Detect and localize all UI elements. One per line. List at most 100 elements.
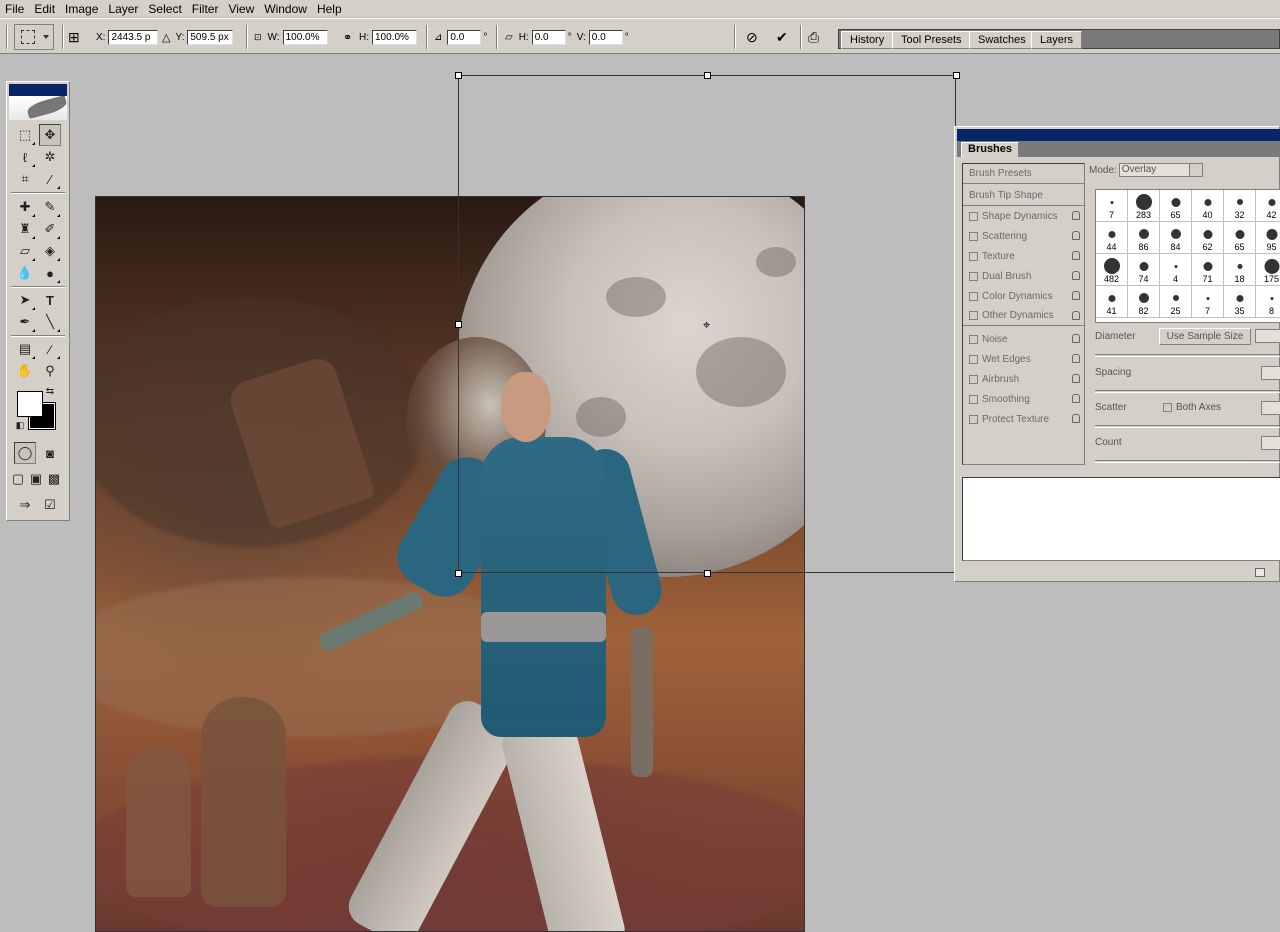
dodge-tool-icon[interactable]: ● — [39, 262, 61, 284]
reference-point-locator[interactable]: ⊞ — [68, 19, 80, 55]
height-field[interactable]: 100.0% — [372, 29, 417, 45]
checkbox[interactable] — [969, 291, 978, 301]
brush-tip-cell[interactable]: 40 — [1192, 190, 1224, 222]
swap-colors-icon[interactable]: ⇆ — [43, 384, 57, 398]
tab-layers[interactable]: Layers — [1031, 31, 1083, 49]
eyedropper-tool-icon[interactable]: ⁄ — [39, 338, 61, 360]
hand-tool-icon[interactable]: ✋ — [14, 360, 36, 382]
full-screen-mode-icon[interactable]: ▩ — [45, 468, 63, 490]
brush-tip-cell[interactable]: 65 — [1160, 190, 1192, 222]
full-screen-menu-mode-icon[interactable]: ▣ — [27, 468, 45, 490]
brush-tip-cell[interactable]: 32 — [1224, 190, 1256, 222]
wet-edges-item[interactable]: Wet Edges — [963, 349, 1084, 369]
diameter-field[interactable] — [1255, 329, 1280, 343]
checkbox[interactable] — [969, 394, 978, 404]
brush-tip-cell[interactable]: 482 — [1096, 254, 1128, 286]
brush-tip-shape-item[interactable]: Brush Tip Shape — [963, 186, 1084, 206]
transform-handle[interactable] — [704, 72, 711, 79]
foreground-color-swatch[interactable] — [17, 391, 43, 417]
brush-tip-cell[interactable]: 18 — [1224, 254, 1256, 286]
brush-tip-cell[interactable]: 82 — [1128, 286, 1160, 318]
transform-handle[interactable] — [455, 321, 462, 328]
brush-tip-cell[interactable]: 65 — [1224, 222, 1256, 254]
brush-tip-cell[interactable]: 4 — [1160, 254, 1192, 286]
healing-brush-tool-icon[interactable]: ✚ — [14, 196, 36, 218]
brush-tip-cell[interactable]: 44 — [1096, 222, 1128, 254]
commit-transform-icon[interactable]: ✔ — [776, 29, 788, 46]
menu-select[interactable]: Select — [143, 0, 186, 18]
checkbox[interactable] — [969, 231, 978, 241]
brush-tip-cell[interactable]: 84 — [1160, 222, 1192, 254]
checkbox[interactable] — [969, 414, 978, 424]
brush-tip-grid[interactable]: 7 283 65 40 32 42 44 86 84 62 65 95 482 74 4 71 18 175 41 8… — [1095, 189, 1280, 323]
texture-item[interactable]: Texture — [963, 246, 1084, 266]
brush-tip-cell[interactable]: 42 — [1256, 190, 1280, 222]
tab-history[interactable]: History — [841, 31, 894, 49]
spacing-field[interactable] — [1261, 366, 1280, 380]
brush-tip-cell[interactable]: 8 — [1256, 286, 1280, 318]
standard-mode-icon[interactable]: ◯ — [14, 442, 36, 464]
move-tool-icon[interactable]: ✥ — [39, 124, 61, 146]
checkbox[interactable] — [969, 334, 978, 344]
checkbox[interactable] — [969, 211, 978, 221]
airbrush-item[interactable]: Airbrush — [963, 369, 1084, 389]
palette-title-bar[interactable] — [957, 129, 1280, 141]
brush-tip-cell[interactable]: 283 — [1128, 190, 1160, 222]
mode-select[interactable]: Overlay — [1118, 163, 1203, 177]
menu-edit[interactable]: Edit — [29, 0, 60, 18]
checkbox[interactable] — [1163, 403, 1172, 412]
brush-tip-cell[interactable]: 7 — [1096, 190, 1128, 222]
v-skew-field[interactable]: 0.0 — [588, 29, 623, 45]
link-icon[interactable]: ⚭ — [343, 31, 352, 44]
clone-stamp-tool-icon[interactable]: ♜ — [14, 218, 36, 240]
y-position-field[interactable]: 509.5 px — [187, 29, 234, 45]
tab-swatches[interactable]: Swatches — [969, 31, 1035, 49]
protect-texture-item[interactable]: Protect Texture — [963, 409, 1084, 429]
path-selection-tool-icon[interactable]: ➤ — [14, 289, 36, 311]
checkbox[interactable] — [969, 271, 978, 281]
photoshop-feather-logo[interactable] — [9, 96, 67, 120]
checkbox[interactable] — [969, 374, 978, 384]
toolbox-title-bar[interactable] — [9, 84, 67, 96]
transform-handle[interactable] — [953, 72, 960, 79]
transform-handle[interactable] — [455, 72, 462, 79]
scattering-item[interactable]: Scattering — [963, 226, 1084, 246]
transform-handle[interactable] — [704, 570, 711, 577]
type-tool-icon[interactable]: T — [39, 289, 61, 311]
brush-tip-cell[interactable]: 95 — [1256, 222, 1280, 254]
count-field[interactable] — [1261, 436, 1280, 450]
shape-dynamics-item[interactable]: Shape Dynamics — [963, 206, 1084, 226]
line-tool-icon[interactable]: ╲ — [39, 311, 61, 333]
scatter-slider[interactable] — [1095, 425, 1280, 428]
menu-view[interactable]: View — [223, 0, 259, 18]
cancel-transform-icon[interactable]: ⊘ — [746, 29, 758, 46]
menu-layer[interactable]: Layer — [103, 0, 143, 18]
diameter-slider[interactable] — [1095, 354, 1280, 357]
gripper[interactable] — [6, 25, 8, 49]
dual-brush-item[interactable]: Dual Brush — [963, 266, 1084, 286]
delta-icon[interactable]: △ — [162, 31, 170, 44]
default-colors-icon[interactable]: ◧ — [13, 418, 27, 432]
checkbox[interactable] — [969, 251, 978, 261]
spacing-slider[interactable] — [1095, 390, 1280, 393]
history-brush-tool-icon[interactable]: ✐ — [39, 218, 61, 240]
notes-tool-icon[interactable]: ▤ — [14, 338, 36, 360]
marquee-tool-icon[interactable]: ⬚ — [14, 124, 36, 146]
menu-filter[interactable]: Filter — [187, 0, 224, 18]
file-browser-icon[interactable]: ⎙ — [808, 29, 819, 46]
standard-screen-mode-icon[interactable]: ▢ — [9, 468, 27, 490]
rotate-field[interactable]: 0.0 — [447, 29, 482, 45]
quick-mask-mode-icon[interactable]: ◙ — [39, 442, 61, 464]
checkbox[interactable] — [969, 311, 978, 320]
menu-help[interactable]: Help — [312, 0, 347, 18]
brush-tip-cell[interactable]: 71 — [1192, 254, 1224, 286]
both-axes-option[interactable]: Both Axes — [1163, 402, 1221, 413]
zoom-tool-icon[interactable]: ⚲ — [39, 360, 61, 382]
eraser-tool-icon[interactable]: ▱ — [14, 240, 36, 262]
width-field[interactable]: 100.0% — [282, 29, 328, 45]
noise-item[interactable]: Noise — [963, 329, 1084, 349]
paint-bucket-tool-icon[interactable]: ◈ — [39, 240, 61, 262]
edit-in-imageready-icon[interactable]: ☑ — [39, 494, 61, 516]
count-slider[interactable] — [1095, 460, 1280, 463]
pen-tool-icon[interactable]: ✒ — [14, 311, 36, 333]
